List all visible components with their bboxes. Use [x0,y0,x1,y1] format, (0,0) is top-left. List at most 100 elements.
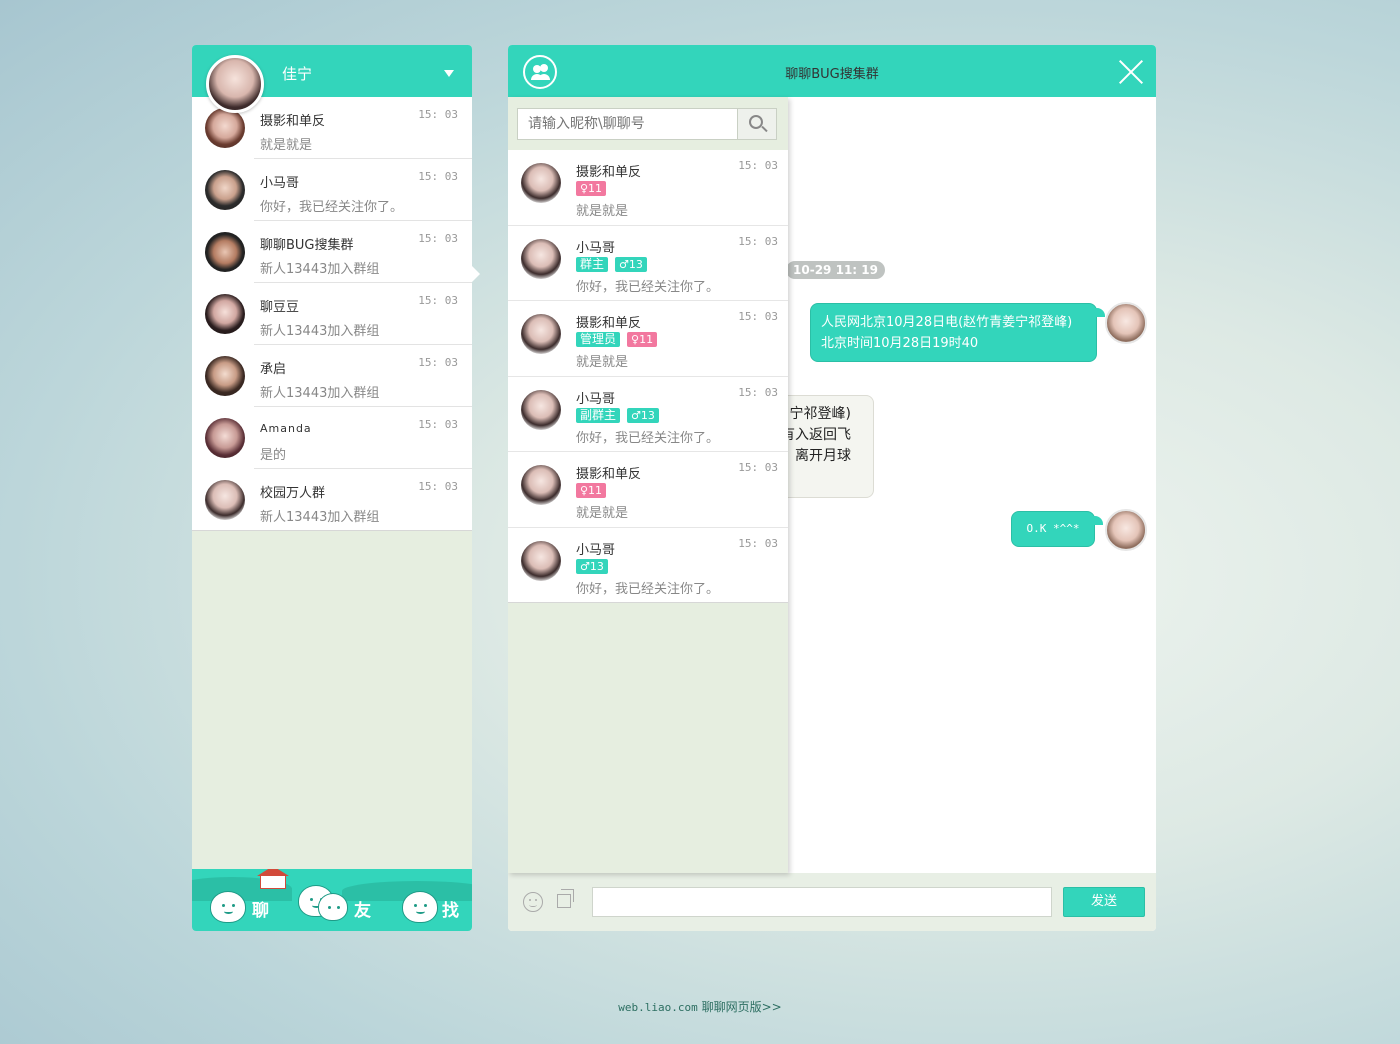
member-name: 摄影和单反 [576,467,642,482]
avatar [521,389,561,430]
conversation-preview: 是的 [260,448,287,463]
avatar [1105,302,1147,344]
footer-link-text: 聊聊网页版>> [701,1000,782,1014]
profile-header: 佳宁 [192,45,472,113]
conversation-preview: 新人13443加入群组 [260,262,380,277]
conversation-name: 校园万人群 [260,486,326,501]
mascot-icon [402,891,438,923]
gender-age-badge: ♂13 [576,558,608,574]
member-item[interactable]: 小马哥 15: 03 群主 ♂13 你好，我已经关注你了。 [508,226,788,301]
avatar [205,418,245,458]
search-button[interactable] [737,109,776,139]
avatar [521,314,561,354]
conversation-item[interactable]: 聊豆豆 15: 03 新人13443加入群组 [192,283,472,345]
tab-friends[interactable]: 友 [354,896,371,921]
message-text: 北京时间10月28日19时40 [821,336,979,351]
send-button[interactable]: 发送 [1063,887,1145,917]
member-time: 15: 03 [738,310,778,323]
user-name: 佳宁 [282,65,313,83]
member-item[interactable]: 摄影和单反 15: 03 ♀11 就是就是 [508,150,788,226]
avatar [205,232,245,272]
avatar [521,540,561,581]
tab-chat[interactable]: 聊 [252,896,269,921]
conversation-item[interactable]: 校园万人群 15: 03 新人13443加入群组 [192,469,472,531]
avatar [521,238,561,279]
member-item[interactable]: 摄影和单反 15: 03 管理员 ♀11 就是就是 [508,301,788,377]
tab-find[interactable]: 找 [442,896,459,921]
message-input-bar: 发送 [508,873,1156,931]
message-input[interactable] [592,887,1052,917]
avatar [1105,509,1147,551]
close-icon[interactable] [1118,58,1144,84]
conversation-time: 15: 03 [418,480,458,493]
conversation-time: 15: 03 [418,170,458,183]
conversation-item[interactable]: Amanda 15: 03 是的 [192,407,472,469]
conversation-preview: 新人13443加入群组 [260,324,380,339]
screenshot-icon[interactable] [557,889,574,908]
role-badge: 群主 [576,256,609,272]
conversation-name: Amanda [260,422,312,435]
outgoing-message: 人民网北京10月28日电(赵竹青姜宁祁登峰) 北京时间10月28日19时40 [810,303,1105,362]
conversation-item[interactable]: 小马哥 15: 03 你好，我已经关注你了。 [192,159,472,221]
conversation-item-active[interactable]: 聊聊BUG搜集群 15: 03 新人13443加入群组 [192,221,472,283]
user-avatar[interactable] [206,55,264,113]
member-search [517,108,777,140]
member-preview: 就是就是 [576,204,629,219]
member-preview: 你好，我已经关注你了。 [576,279,720,295]
member-list: 摄影和单反 15: 03 ♀11 就是就是 小马哥 15: 03 群主 ♂13 … [508,150,788,603]
mascot-icon [210,891,246,923]
gender-age-badge: ♀11 [627,332,658,347]
role-badge: 副群主 [576,407,621,423]
conversation-name: 小马哥 [260,176,300,191]
member-name: 小马哥 [576,391,616,407]
message-text: 离开月球 [795,448,851,464]
avatar [521,163,561,203]
role-badge: 管理员 [576,332,621,347]
member-preview: 就是就是 [576,355,629,370]
conversation-time: 15: 03 [418,294,458,307]
member-time: 15: 03 [738,536,778,550]
conversation-name: 聊聊BUG搜集群 [260,238,354,253]
member-name: 小马哥 [576,542,616,558]
avatar [205,170,245,210]
member-name: 摄影和单反 [576,316,642,331]
chat-title: 聊聊BUG搜集群 [785,67,879,82]
member-preview: 就是就是 [576,506,629,521]
conversation-panel: 佳宁 摄影和单反 15: 03 就是就是 小马哥 15: 03 你好，我已经关注… [192,45,480,931]
gender-age-badge: ♀11 [576,483,607,498]
message-text: 宁祁登峰) [789,406,851,422]
gender-age-badge: ♀11 [576,181,607,196]
gender-age-badge: ♂13 [627,407,659,423]
avatar [205,356,245,396]
avatar [205,480,245,520]
message-text: O.K *^^* [1026,522,1080,535]
conversation-preview: 就是就是 [260,138,313,153]
conversation-list: 摄影和单反 15: 03 就是就是 小马哥 15: 03 你好，我已经关注你了。… [192,97,472,531]
emoji-icon[interactable] [523,892,543,912]
member-time: 15: 03 [738,159,778,172]
conversation-name: 聊豆豆 [260,300,300,315]
search-input[interactable] [518,109,737,139]
bottom-nav: 聊 友 找 [192,869,472,931]
member-time: 15: 03 [738,461,778,474]
member-item[interactable]: 小马哥 15: 03 ♂13 你好，我已经关注你了。 [508,528,788,603]
message-timestamp: 10-29 11: 19 [786,261,885,279]
web-version-link[interactable]: web.liao.com 聊聊网页版>> [0,998,1400,1015]
conversation-preview: 新人13443加入群组 [260,510,380,525]
gender-age-badge: ♂13 [615,256,647,272]
active-indicator [472,266,480,282]
conversation-item[interactable]: 承启 15: 03 新人13443加入群组 [192,345,472,407]
chevron-down-icon[interactable] [444,70,454,77]
chat-header: 聊聊BUG搜集群 [508,45,1156,97]
conversation-preview: 新人13443加入群组 [260,386,380,401]
message-text: 有入返回飞 [781,427,851,443]
chat-window: 聊聊BUG搜集群 10-29 11: 19 人民网北京10月28日电(赵竹青姜宁… [508,45,1156,931]
avatar [205,108,245,148]
member-item[interactable]: 摄影和单反 15: 03 ♀11 就是就是 [508,452,788,528]
mascot-icon [318,893,348,921]
message-text: 人民网北京10月28日电(赵竹青姜宁祁登峰) [821,315,1073,330]
conversation-time: 15: 03 [418,108,458,121]
footer-url: web.liao.com [618,1001,698,1014]
member-item[interactable]: 小马哥 15: 03 副群主 ♂13 你好，我已经关注你了。 [508,377,788,452]
member-time: 15: 03 [738,385,778,399]
